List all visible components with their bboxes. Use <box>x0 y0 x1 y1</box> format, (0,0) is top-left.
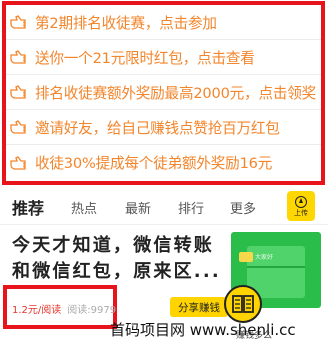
promo-text: 第2期排名收徒赛，点击参加 <box>35 14 217 32</box>
promo-item[interactable]: 邀请好友，给自己赚钱点赞抢百万红包 <box>6 110 321 145</box>
tab-more[interactable]: 更多 <box>230 198 256 217</box>
price-per-read: 1.2元/阅读 <box>12 305 62 316</box>
promo-text: 收徒30%提成每个徒弟额外奖励16元 <box>35 155 273 172</box>
pointing-hand-icon <box>10 14 30 30</box>
envelope-line <box>247 266 305 268</box>
tab-hot[interactable]: 热点 <box>71 198 97 217</box>
share-earn-button[interactable]: 分享赚钱 <box>170 297 228 317</box>
tab-recommend[interactable]: 推荐 <box>12 195 44 219</box>
category-tabs: 推荐 热点 最新 排行 更多 <box>0 188 328 225</box>
upload-icon <box>295 195 307 208</box>
promo-item[interactable]: 第2期排名收徒赛，点击参加 <box>6 5 321 40</box>
read-count: 阅读:9979 <box>67 305 117 316</box>
tab-ranking[interactable]: 排行 <box>178 198 204 217</box>
article-title[interactable]: 今天才知道，微信转账和微信红包，原来区... <box>12 233 222 285</box>
promo-list: 第2期排名收徒赛，点击参加 送你一个21元限时红包，点击查看 排名收徒赛额外奖励… <box>2 1 325 185</box>
upload-label: 上传 <box>294 208 308 217</box>
book-logo-icon <box>224 285 262 323</box>
thumb-text: 大家好 <box>255 254 274 261</box>
promo-text: 送你一个21元限时红包，点击查看 <box>35 49 255 67</box>
promo-item[interactable]: 送你一个21元限时红包，点击查看 <box>6 40 321 75</box>
promo-text: 排名收徒赛额外奖励最高2000元，点击领奖 <box>35 84 317 102</box>
watermark-text: 首码项目网 www.shenli.cc <box>110 321 296 339</box>
pointing-hand-icon <box>10 155 30 171</box>
pointing-hand-icon <box>10 84 30 100</box>
upload-button[interactable]: 上传 <box>287 191 315 221</box>
pointing-hand-icon <box>10 49 30 65</box>
promo-item[interactable]: 排名收徒赛额外奖励最高2000元，点击领奖 <box>6 75 321 110</box>
pointing-hand-icon <box>10 119 30 135</box>
article-meta: 1.2元/阅读 阅读:9979 <box>12 301 116 316</box>
promo-text: 邀请好友，给自己赚钱点赞抢百万红包 <box>35 119 280 137</box>
tab-latest[interactable]: 最新 <box>125 198 151 217</box>
chip-shape <box>239 252 253 262</box>
promo-item[interactable]: 收徒30%提成每个徒弟额外奖励16元 <box>6 145 321 180</box>
